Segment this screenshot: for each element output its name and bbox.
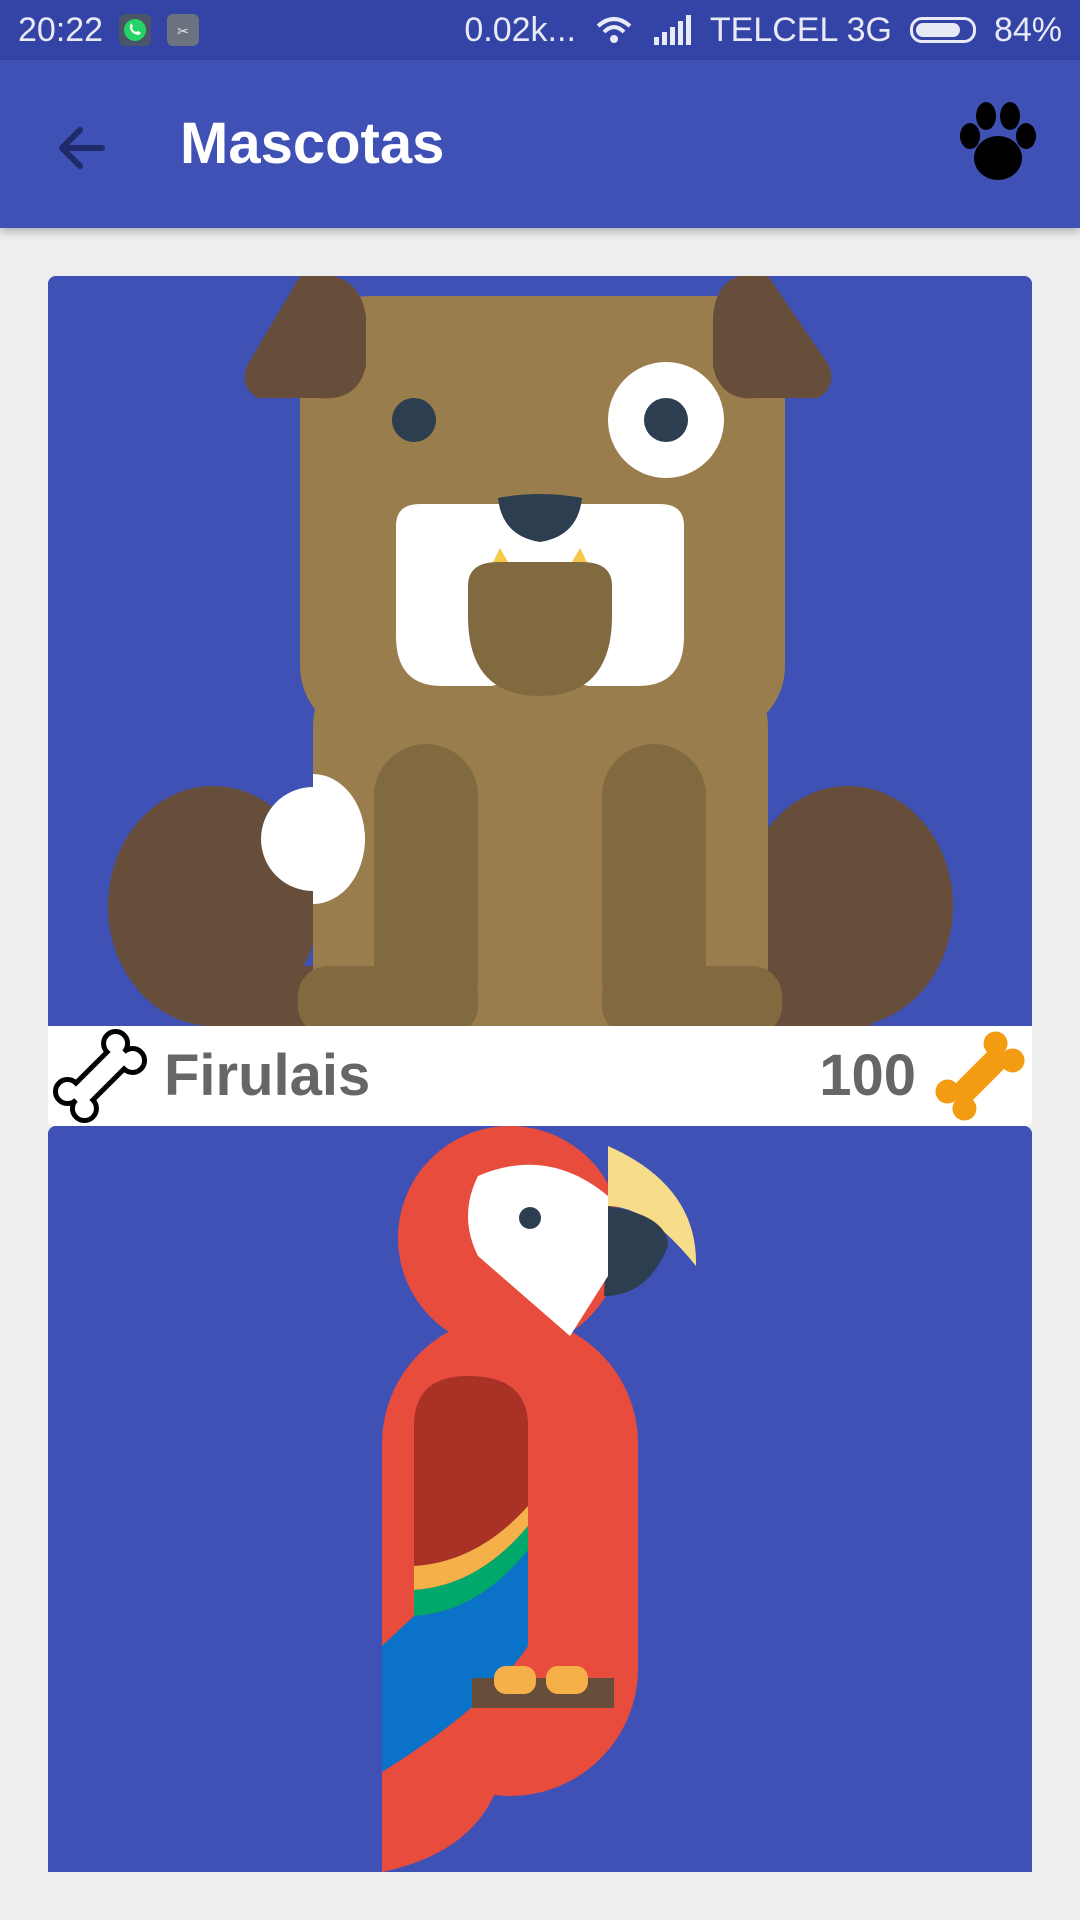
bone-icon — [935, 1031, 1025, 1121]
pet-rating: 100 — [819, 1043, 916, 1108]
paw-icon[interactable] — [948, 92, 1048, 192]
battery-icon — [909, 17, 976, 43]
data-rate: 0.02k... — [464, 11, 576, 49]
carrier-label: TELCEL 3G — [709, 11, 892, 49]
battery-fill — [915, 23, 961, 37]
bone-outline-icon[interactable] — [48, 1026, 152, 1126]
arrow-back-icon[interactable] — [50, 116, 114, 180]
app-icon: ✂ — [167, 14, 200, 46]
status-time: 20:22 — [18, 11, 104, 49]
signal-icon — [653, 15, 691, 45]
dog-image — [48, 276, 1032, 1026]
battery-percent: 84% — [993, 11, 1062, 49]
page-title: Mascotas — [180, 111, 445, 176]
whatsapp-icon — [119, 14, 152, 46]
pet-name: Firulais — [164, 1043, 371, 1108]
pet-card[interactable] — [48, 276, 1032, 1026]
pet-info-row: Firulais 100 — [48, 1026, 1032, 1126]
svg-text:✂: ✂ — [177, 24, 189, 40]
status-bar: 20:22 ✂ 0.02k... TELCEL 3G 84% — [0, 0, 1080, 60]
app-bar: Mascotas — [0, 60, 1080, 228]
pet-card[interactable] — [48, 1126, 1032, 1872]
wifi-icon — [596, 17, 632, 43]
parrot-image — [48, 1126, 1032, 1872]
